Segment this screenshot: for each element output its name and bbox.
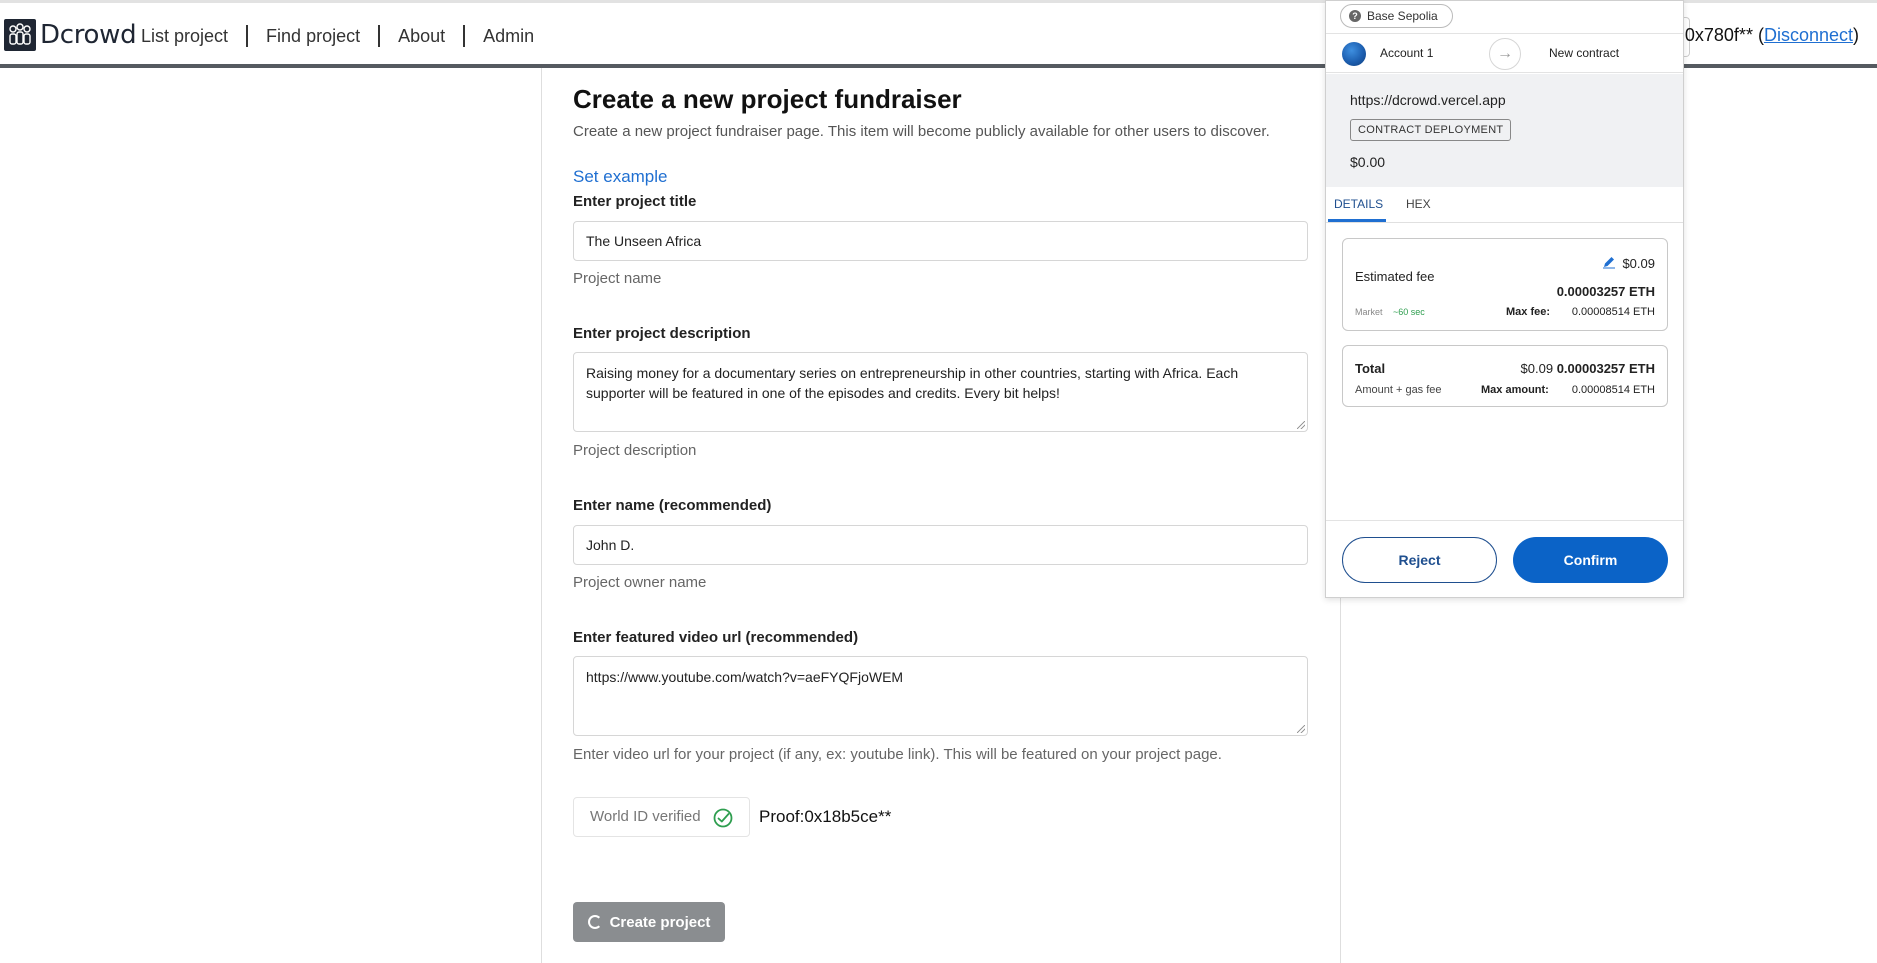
video-url-textarea[interactable]: https://www.youtube.com/watch?v=aeFYQFjo… [573, 656, 1308, 736]
page-title: Create a new project fundraiser [573, 84, 962, 114]
arrow-right-icon: → [1489, 38, 1521, 70]
max-fee-label: Max fee: [1506, 306, 1551, 318]
page-subtitle: Create a new project fundraiser page. Th… [573, 123, 1270, 140]
video-url-value: https://www.youtube.com/watch?v=aeFYQFjo… [586, 669, 904, 685]
project-description-value: Raising money for a documentary series o… [586, 365, 1239, 401]
estimated-fee-label: Estimated fee [1355, 269, 1435, 284]
estimated-fee-card: Estimated fee $0.09 0.00003257 ETH Marke… [1342, 238, 1668, 331]
main-nav: List project Find project About Admin [141, 25, 534, 47]
fee-speed-time: ~60 sec [1393, 307, 1425, 317]
account-avatar [1342, 42, 1366, 66]
estimated-fee-usd: $0.09 [1622, 256, 1655, 271]
content-left-border [541, 68, 542, 963]
disconnect-link[interactable]: Disconnect [1764, 25, 1853, 45]
project-title-label: Enter project title [573, 193, 697, 210]
active-tab-indicator [1328, 219, 1386, 222]
target-contract: New contract [1549, 46, 1620, 60]
total-label: Total [1355, 361, 1386, 376]
project-description-label: Enter project description [573, 325, 751, 342]
action-buttons: Reject Confirm [1326, 520, 1683, 598]
check-circle-icon [713, 808, 733, 828]
total-usd: $0.09 [1520, 361, 1554, 376]
wallet-status: 0x780f** (Disconnect) [1684, 25, 1859, 45]
total-value: $0.09 0.00003257 ETH [1521, 361, 1655, 376]
project-description-help: Project description [573, 442, 697, 459]
dcrowd-logo-icon[interactable] [4, 19, 36, 51]
total-sub-label: Amount + gas fee [1355, 384, 1442, 396]
reject-button[interactable]: Reject [1342, 537, 1497, 583]
wallet-confirmation-popup: ? Base Sepolia Account 1 → New contract … [1325, 0, 1684, 598]
nav-find-project[interactable]: Find project [266, 26, 360, 47]
max-amount-value: 0.00008514 ETH [1571, 384, 1655, 396]
question-icon: ? [1349, 10, 1361, 22]
estimated-fee-eth: 0.00003257 ETH [1556, 284, 1655, 299]
resize-grip-icon[interactable] [1297, 725, 1305, 733]
project-description-textarea[interactable]: Raising money for a documentary series o… [573, 352, 1308, 432]
tab-hex[interactable]: HEX [1406, 197, 1431, 211]
account-row: Account 1 → New contract [1326, 33, 1683, 73]
worldid-verified-button[interactable]: World ID verified [573, 797, 750, 837]
wallet-address: 0x780f** [1684, 25, 1753, 45]
nav-list-project[interactable]: List project [141, 26, 228, 47]
network-name: Base Sepolia [1367, 9, 1438, 23]
request-origin-panel: https://dcrowd.vercel.app CONTRACT DEPLO… [1326, 74, 1683, 187]
edit-pencil-icon[interactable] [1602, 255, 1616, 269]
max-fee-value: 0.00008514 ETH [1571, 306, 1655, 318]
nav-admin[interactable]: Admin [483, 26, 534, 47]
nav-divider [246, 25, 249, 47]
tab-details[interactable]: DETAILS [1334, 197, 1383, 211]
project-title-input[interactable]: The Unseen Africa [573, 221, 1308, 261]
video-url-help: Enter video url for your project (if any… [573, 746, 1222, 763]
network-selector[interactable]: ? Base Sepolia [1340, 4, 1453, 28]
transaction-amount: $0.00 [1350, 154, 1386, 170]
confirm-button[interactable]: Confirm [1513, 537, 1668, 583]
transaction-type-badge: CONTRACT DEPLOYMENT [1350, 119, 1512, 141]
max-amount-label: Max amount: [1481, 384, 1549, 396]
brand-name[interactable]: Dcrowd [40, 20, 137, 50]
nav-divider [463, 25, 466, 47]
nav-divider [378, 25, 381, 47]
total-card: Total $0.09 0.00003257 ETH Amount + gas … [1342, 345, 1668, 407]
video-url-label: Enter featured video url (recommended) [573, 629, 859, 646]
create-project-button[interactable]: Create project [573, 902, 725, 942]
owner-name-help: Project owner name [573, 574, 707, 591]
project-title-help: Project name [573, 270, 662, 287]
nav-about[interactable]: About [398, 26, 445, 47]
owner-name-label: Enter name (recommended) [573, 497, 772, 514]
set-example-link[interactable]: Set example [573, 167, 668, 187]
total-eth: 0.00003257 ETH [1556, 361, 1655, 376]
account-name: Account 1 [1380, 46, 1434, 60]
fee-speed-label[interactable]: Market [1355, 307, 1383, 317]
worldid-proof: Proof:0x18b5ce** [759, 807, 892, 826]
loading-spinner-icon [587, 915, 602, 929]
resize-grip-icon[interactable] [1297, 421, 1305, 429]
origin-url: https://dcrowd.vercel.app [1350, 92, 1506, 108]
details-tabs: DETAILS HEX [1326, 187, 1683, 223]
worldid-label: World ID verified [590, 808, 701, 825]
owner-name-input[interactable]: John D. [573, 525, 1308, 565]
create-project-label: Create project [609, 913, 711, 931]
